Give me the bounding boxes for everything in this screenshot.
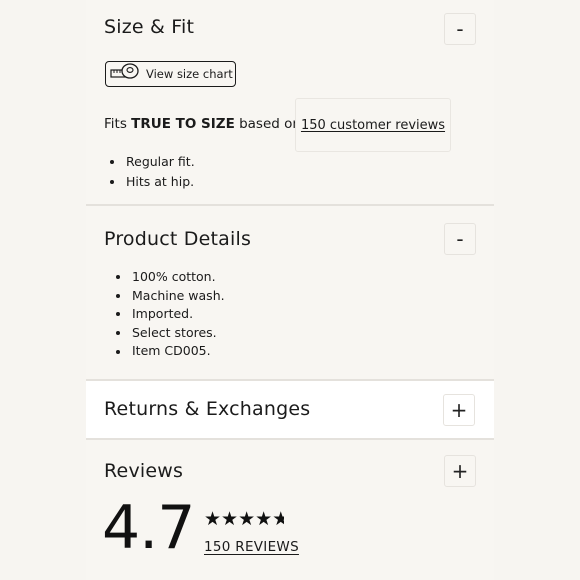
customer-reviews-link[interactable]: 150 customer reviews	[301, 118, 445, 133]
size-fit-title: Size & Fit	[104, 16, 195, 38]
size-fit-bullet-list: Regular fit. Hits at hip.	[106, 152, 195, 192]
star-icon: ★ ★	[272, 508, 290, 530]
product-details-title: Product Details	[104, 228, 252, 250]
average-rating: 4.7	[102, 493, 195, 563]
product-details-collapse-button[interactable]: -	[444, 223, 476, 255]
fit-summary: Fits TRUE TO SIZE based on	[104, 116, 301, 132]
star-rating: ★★★★★ ★	[204, 508, 289, 530]
view-size-chart-button[interactable]: View size chart	[105, 61, 236, 87]
fit-summary-prefix: Fits	[104, 116, 132, 132]
returns-exchanges-section[interactable]: Returns & Exchanges +	[86, 381, 494, 438]
customer-reviews-link-box: 150 customer reviews	[295, 98, 451, 152]
returns-exchanges-title: Returns & Exchanges	[104, 398, 311, 420]
list-item: 100% cotton.	[112, 268, 225, 287]
list-item: Regular fit.	[106, 152, 195, 172]
measuring-tape-icon	[110, 62, 140, 86]
reviews-title: Reviews	[104, 460, 184, 482]
reviews-count-link[interactable]: 150 REVIEWS	[204, 539, 299, 555]
product-details-bullet-list: 100% cotton. Machine wash. Imported. Sel…	[112, 268, 225, 361]
star-icon: ★	[238, 508, 256, 530]
product-info-panel: Size & Fit - View size chart Fits TRUE T…	[86, 0, 494, 580]
star-icon: ★	[204, 508, 222, 530]
fit-summary-suffix: based on	[234, 116, 301, 132]
view-size-chart-label: View size chart	[146, 67, 233, 81]
list-item: Item CD005.	[112, 342, 225, 361]
reviews-expand-button[interactable]: +	[444, 455, 476, 487]
star-icon: ★	[221, 508, 239, 530]
returns-exchanges-expand-button[interactable]: +	[443, 394, 475, 426]
section-divider	[86, 204, 494, 206]
list-item: Hits at hip.	[106, 172, 195, 192]
list-item: Select stores.	[112, 324, 225, 343]
list-item: Imported.	[112, 305, 225, 324]
star-icon: ★★★★★ ★	[204, 508, 289, 530]
fit-summary-emphasis: TRUE TO SIZE	[131, 116, 235, 132]
size-fit-collapse-button[interactable]: -	[444, 13, 476, 45]
section-divider	[86, 438, 494, 440]
list-item: Machine wash.	[112, 287, 225, 306]
star-icon: ★	[255, 508, 273, 530]
